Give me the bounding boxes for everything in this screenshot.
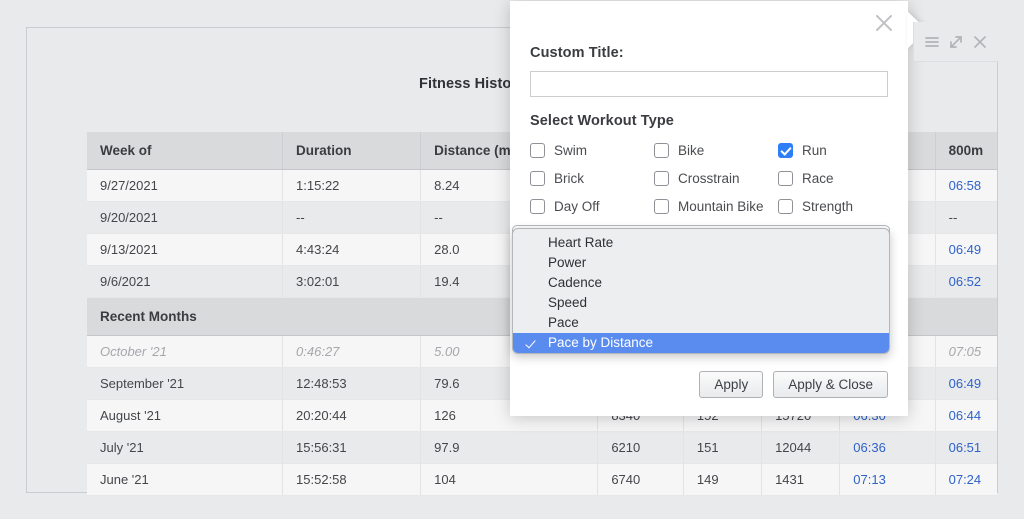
workout-type-label-text: Brick [554,171,584,186]
table-cell: 97.9 [420,431,599,464]
checkbox-icon[interactable] [530,171,545,186]
custom-title-label: Custom Title: [530,45,624,61]
close-icon[interactable] [971,33,989,51]
table-cell: 06:49 [935,233,997,266]
table-cell: 06:36 [839,431,936,464]
checkbox-icon[interactable] [778,143,793,158]
table-cell: -- [282,201,422,234]
row-label-cell: 9/13/2021 [87,233,284,266]
table-cell: 15:56:31 [282,431,422,464]
workout-type-label-text: Crosstrain [678,171,740,186]
table-cell: 1:15:22 [282,169,422,202]
table-cell: 104 [420,463,599,496]
workout-type-label-text: Run [802,143,827,158]
table-cell: 06:49 [935,367,997,400]
table-cell: 15:52:58 [282,463,422,496]
workout-type-label-text: Mountain Bike [678,199,764,214]
row-label-cell: August '21 [87,399,284,432]
workout-type-option[interactable]: Run [778,143,890,158]
table-cell: 07:05 [935,335,997,368]
checkbox-icon[interactable] [654,171,669,186]
workout-type-option[interactable]: Crosstrain [654,171,778,186]
workout-type-label-text: Swim [554,143,587,158]
dropdown-option[interactable]: Speed [513,293,889,313]
column-header[interactable]: 800m [935,132,997,170]
workout-type-label-text: Strength [802,199,854,214]
table-cell: 12044 [761,431,841,464]
table-cell: -- [935,201,997,234]
table-row[interactable]: July '21 15:56:31 97.9 6210 151 12044 06:36 06:… [87,431,997,464]
table-cell: 12:53:54 [282,495,422,497]
checkbox-icon[interactable] [778,199,793,214]
table-cell: 06:58 [935,169,997,202]
table-cell: 147 [683,495,763,497]
workout-type-checkbox-grid: Swim Bike Run Brick Crosstrain Race Day Off Mou… [530,143,890,214]
row-label-cell: June '21 [87,463,284,496]
workout-type-option[interactable]: Swim [530,143,654,158]
table-cell: 07:46 [935,495,997,497]
workout-type-option[interactable]: Race [778,171,890,186]
workout-type-label-text: Bike [678,143,705,158]
table-cell: 5330 [597,495,684,497]
column-header[interactable]: Week of [87,132,284,170]
dropdown-option[interactable]: Power [513,253,889,273]
modal-action-bar: Apply Apply & Close [530,371,888,399]
custom-title-input[interactable] [530,71,888,97]
table-cell: 4:43:24 [282,233,422,266]
table-cell: 06:52 [935,265,997,298]
apply-and-close-button[interactable]: Apply & Close [773,371,888,398]
table-cell: 07:26 [839,495,936,497]
workout-type-label-text: Day Off [554,199,600,214]
checkbox-icon[interactable] [778,171,793,186]
workout-type-option[interactable]: Day Off [530,199,654,214]
dropdown-option[interactable]: Cadence [513,273,889,293]
table-row[interactable]: May '2112:53:5487.2533014798407:2607:460… [87,495,997,497]
window-controls [913,22,998,62]
dropdown-option[interactable]: Heart Rate [513,233,889,253]
table-cell: 20:20:44 [282,399,422,432]
row-label-cell: October '21 [87,335,284,368]
expand-icon[interactable] [947,33,965,51]
table-cell: 07:24 [935,463,997,496]
row-label-cell: September '21 [87,367,284,400]
workout-type-option[interactable]: Bike [654,143,778,158]
table-cell: 07:13 [839,463,936,496]
modal-close-icon[interactable] [871,10,897,36]
checkbox-icon[interactable] [530,143,545,158]
checkbox-icon[interactable] [530,199,545,214]
table-cell: 151 [683,431,763,464]
table-cell: 87.2 [420,495,599,497]
row-label-cell: 9/20/2021 [87,201,284,234]
row-label-cell: 9/27/2021 [87,169,284,202]
table-cell: 1431 [761,463,841,496]
checkbox-icon[interactable] [654,199,669,214]
workout-type-option[interactable]: Strength [778,199,890,214]
checkbox-icon[interactable] [654,143,669,158]
table-cell: 6210 [597,431,684,464]
row-label-cell: July '21 [87,431,284,464]
table-cell: 0:46:27 [282,335,422,368]
table-cell: 149 [683,463,763,496]
column-header[interactable]: Duration [282,132,422,170]
workout-type-option[interactable]: Mountain Bike [654,199,778,214]
apply-button[interactable]: Apply [699,371,764,398]
workout-type-label: Select Workout Type [530,113,674,129]
table-cell: 06:51 [935,431,997,464]
row-label-cell: May '21 [87,495,284,497]
workout-type-label-text: Race [802,171,834,186]
workout-type-option[interactable]: Brick [530,171,654,186]
metric-dropdown-list[interactable]: Heart Rate Power Cadence Speed Pace Pace by D… [512,228,890,354]
table-cell: 06:44 [935,399,997,432]
menu-icon[interactable] [923,33,941,51]
table-row[interactable]: June '21 15:52:58 104 6740 149 1431 07:13 07:24… [87,463,997,496]
table-cell: 984 [761,495,841,497]
dropdown-option[interactable]: Pace by Distance [513,333,889,353]
row-label-cell: 9/6/2021 [87,265,284,298]
table-cell: 3:02:01 [282,265,422,298]
dropdown-option[interactable]: Pace [513,313,889,333]
table-cell: 6740 [597,463,684,496]
table-cell: 12:48:53 [282,367,422,400]
